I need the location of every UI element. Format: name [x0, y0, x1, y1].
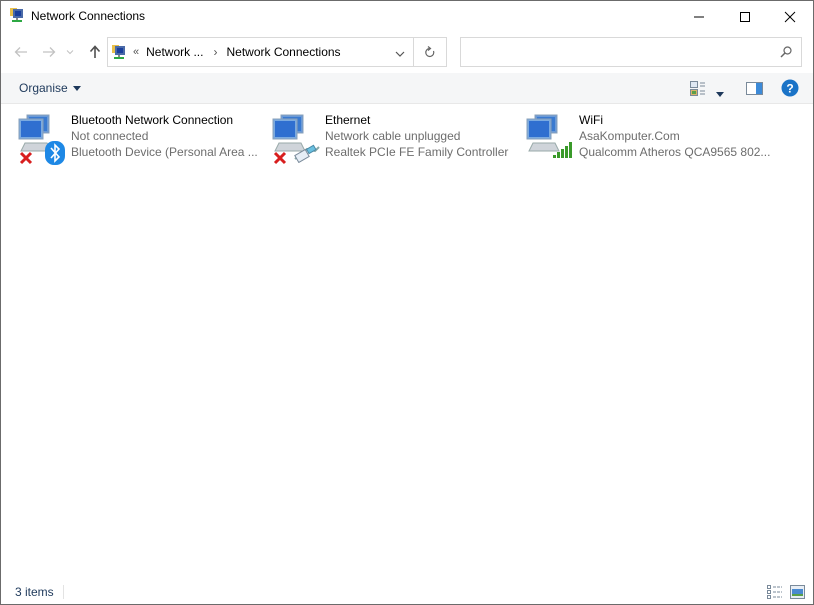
close-button[interactable]: [767, 1, 813, 32]
status-bar: 3 items: [1, 580, 813, 604]
breadcrumb-parent[interactable]: Network ...: [146, 45, 203, 59]
view-options-dropdown[interactable]: [716, 86, 724, 100]
minimize-button[interactable]: [676, 1, 722, 32]
connection-device: Realtek PCIe FE Family Controller: [325, 145, 509, 159]
arrow-left-icon: [14, 47, 27, 57]
maximize-button[interactable]: [722, 1, 768, 32]
search-icon: [780, 46, 792, 58]
wifi-signal-icon: [553, 142, 572, 158]
command-bar: Organise ?: [1, 73, 813, 104]
minimize-icon: [694, 16, 704, 17]
network-connections-window: Network Connections « Network ... › Netw…: [0, 0, 814, 605]
chevron-down-icon: [66, 50, 74, 55]
view-options-icon: [690, 81, 705, 96]
ethernet-cable-icon: [294, 144, 320, 163]
details-view-icon: [767, 585, 782, 599]
preview-pane-icon: [746, 82, 763, 95]
breadcrumb-overflow[interactable]: «: [133, 46, 139, 58]
recent-locations-button[interactable]: [63, 41, 77, 63]
address-dropdown-button[interactable]: [395, 47, 405, 61]
disconnected-x-icon: [273, 151, 287, 165]
help-button[interactable]: ?: [781, 79, 799, 100]
navigation-bar: « Network ... › Network Connections: [1, 37, 813, 67]
network-connections-icon: [10, 8, 23, 22]
connection-device: Qualcomm Atheros QCA9565 802...: [579, 145, 771, 159]
connection-item-wifi[interactable]: WiFi AsaKomputer.Com Qualcomm Atheros QC…: [509, 111, 770, 161]
details-view-button[interactable]: [767, 585, 783, 602]
connection-item-bluetooth[interactable]: Bluetooth Network Connection Not connect…: [1, 111, 258, 165]
change-view-button[interactable]: [690, 81, 706, 99]
forward-button[interactable]: [39, 41, 59, 63]
preview-pane-button[interactable]: [746, 82, 763, 98]
up-button[interactable]: [85, 41, 105, 63]
bluetooth-icon: [45, 141, 65, 165]
connection-status: Network cable unplugged: [325, 129, 461, 143]
organise-menu-button[interactable]: Organise: [19, 81, 81, 95]
large-icons-view-button[interactable]: [790, 585, 805, 602]
connection-status: Not connected: [71, 129, 149, 143]
window-title: Network Connections: [31, 9, 146, 23]
address-bar[interactable]: « Network ... › Network Connections: [107, 37, 414, 67]
connection-name: Bluetooth Network Connection: [71, 113, 234, 127]
connections-list: Bluetooth Network Connection Not connect…: [1, 105, 813, 575]
arrow-up-icon: [89, 45, 101, 58]
arrow-right-icon: [43, 47, 56, 57]
connection-status: AsaKomputer.Com: [579, 129, 680, 143]
breadcrumb-current[interactable]: Network Connections: [226, 45, 340, 59]
network-connections-icon: [112, 45, 125, 59]
breadcrumb-separator[interactable]: ›: [213, 45, 217, 59]
help-icon: ?: [781, 79, 799, 97]
refresh-icon: [425, 45, 435, 57]
item-count: 3 items: [15, 585, 54, 599]
caret-down-icon: [716, 92, 724, 97]
connection-name: Ethernet: [325, 113, 371, 127]
disconnected-x-icon: [19, 151, 33, 165]
refresh-button[interactable]: [414, 37, 447, 67]
organise-label: Organise: [19, 81, 68, 95]
connection-item-ethernet[interactable]: Ethernet Network cable unplugged Realtek…: [255, 111, 509, 165]
title-bar[interactable]: Network Connections: [1, 1, 813, 32]
close-icon: [784, 11, 796, 22]
back-button[interactable]: [11, 41, 31, 63]
large-icons-view-icon: [790, 585, 805, 599]
search-input[interactable]: [460, 37, 802, 67]
connection-name: WiFi: [579, 113, 603, 127]
maximize-icon: [740, 11, 750, 22]
svg-text:?: ?: [786, 82, 793, 96]
chevron-down-icon: [395, 51, 405, 57]
connection-device: Bluetooth Device (Personal Area ...: [71, 145, 258, 159]
status-separator: [63, 585, 64, 599]
caret-down-icon: [72, 85, 81, 91]
